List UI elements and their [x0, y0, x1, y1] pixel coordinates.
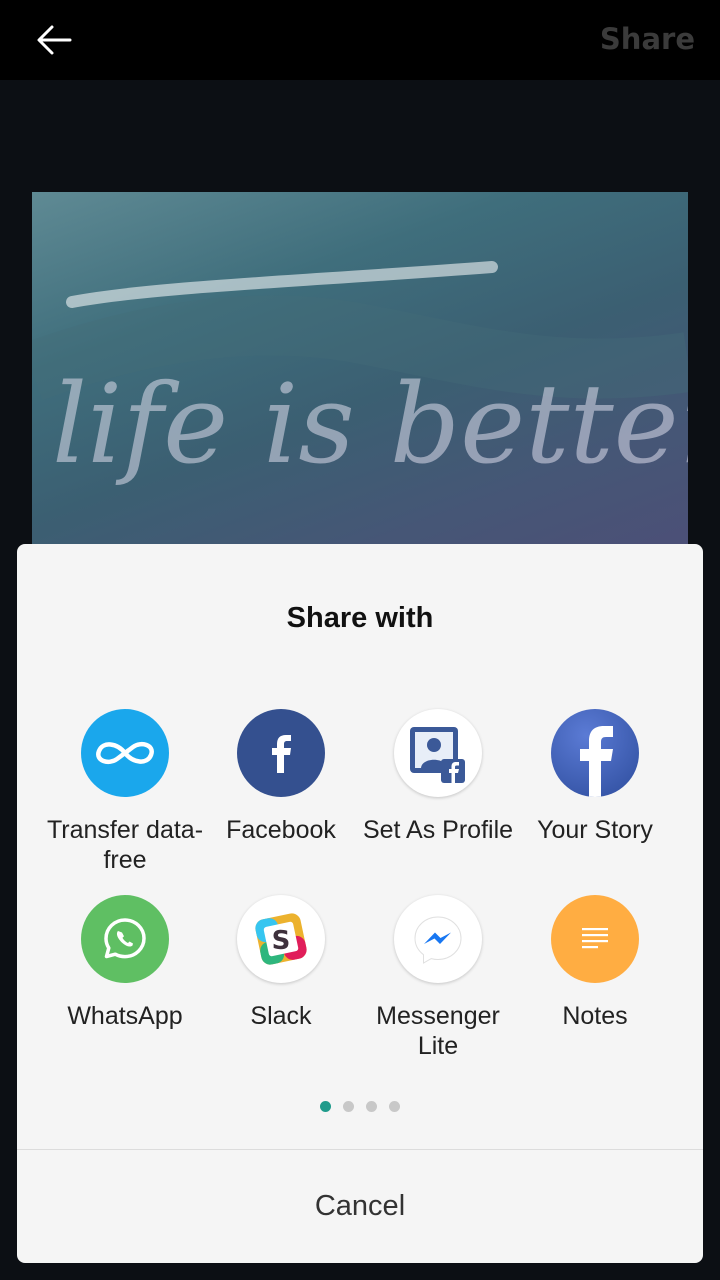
share-sheet-title: Share with	[286, 602, 434, 634]
share-button[interactable]: Share	[600, 22, 695, 56]
arrow-left-icon[interactable]	[34, 22, 74, 58]
page-dot	[366, 1101, 377, 1112]
app-label: Notes	[562, 1002, 628, 1030]
app-label: Slack	[250, 1002, 312, 1030]
app-label: Your Story	[537, 816, 653, 844]
top-bar: Share	[0, 0, 720, 80]
preview-text: life is better at the beach	[52, 360, 688, 488]
preview-artwork: life is better at the beach	[32, 261, 688, 488]
whatsapp-icon	[81, 895, 169, 983]
image-preview: life is better at the beach	[32, 192, 688, 552]
svg-text:S: S	[272, 926, 291, 956]
page-dot-active	[320, 1101, 331, 1112]
facebook-icon	[237, 709, 325, 797]
facebook-icon	[551, 709, 639, 797]
infinity-icon	[81, 709, 169, 797]
app-label: Transfer data-free	[46, 816, 204, 874]
notes-icon	[551, 895, 639, 983]
share-sheet: Share with Transfer data-free Facebook S…	[17, 544, 703, 1263]
page-dot	[343, 1101, 354, 1112]
app-label: Set As Profile	[362, 816, 514, 844]
page-indicator	[17, 1101, 703, 1113]
messenger-icon	[394, 895, 482, 983]
page-dot	[389, 1101, 400, 1112]
cancel-button[interactable]: Cancel	[17, 1150, 703, 1263]
profile-photo-icon	[394, 709, 482, 797]
app-label: Facebook	[226, 816, 336, 844]
app-label: Messenger Lite	[376, 1002, 500, 1060]
slack-icon: S	[237, 895, 325, 983]
app-label: WhatsApp	[67, 1002, 183, 1030]
